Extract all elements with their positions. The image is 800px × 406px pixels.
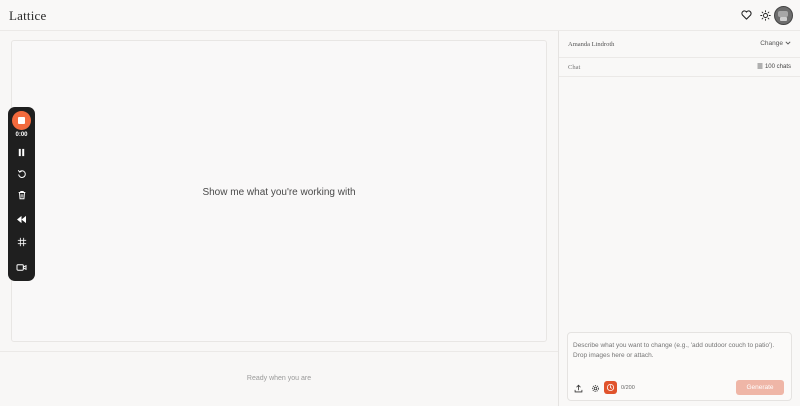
- app-title: Lattice: [9, 8, 47, 23]
- trash-icon[interactable]: [12, 185, 31, 204]
- grid-icon[interactable]: [12, 232, 31, 251]
- upload-icon[interactable]: [573, 383, 583, 393]
- chat-label: Chat: [568, 64, 581, 71]
- logo-icon: [606, 383, 615, 392]
- list-icon: [757, 63, 763, 71]
- recorder-toolbar: 0:00: [8, 107, 35, 281]
- rewind-icon[interactable]: [12, 210, 31, 229]
- prompt-input[interactable]: [573, 341, 788, 365]
- canvas-message: Show me what you're working with: [202, 187, 356, 198]
- composer: 0/200 Generate: [567, 332, 792, 401]
- char-counter: 0/200: [621, 385, 635, 391]
- chat-count-button[interactable]: 100 chats: [757, 63, 791, 71]
- change-label: Change: [760, 40, 783, 47]
- canvas-dropzone[interactable]: Show me what you're working with: [11, 40, 547, 342]
- recording-time: 0:00: [15, 132, 28, 138]
- top-header: Lattice: [0, 0, 800, 31]
- restart-icon[interactable]: [12, 164, 31, 183]
- chat-messages: [559, 77, 800, 327]
- user-avatar[interactable]: [774, 6, 793, 25]
- camera-icon[interactable]: [12, 258, 31, 277]
- status-text: Ready when you are: [246, 375, 312, 382]
- generate-button[interactable]: Generate: [736, 380, 784, 395]
- pause-icon[interactable]: [12, 143, 31, 162]
- chat-sidebar: Amanda Lindroth Change Chat 100 chats 0/…: [558, 31, 800, 406]
- divider: [0, 351, 558, 352]
- chat-row: Chat 100 chats: [559, 58, 800, 77]
- stop-icon[interactable]: [12, 111, 31, 130]
- chevron-down-icon: [785, 40, 791, 47]
- chat-count: 100 chats: [764, 64, 791, 70]
- change-button[interactable]: Change: [760, 40, 791, 47]
- gear-icon[interactable]: [590, 383, 600, 393]
- user-name: Amanda Lindroth: [568, 41, 615, 48]
- heart-icon[interactable]: [740, 9, 752, 21]
- brand-logo-button[interactable]: [604, 381, 617, 394]
- sun-icon[interactable]: [759, 9, 771, 21]
- user-row: Amanda Lindroth Change: [559, 31, 800, 58]
- main-area: Show me what you're working with Ready w…: [0, 31, 558, 406]
